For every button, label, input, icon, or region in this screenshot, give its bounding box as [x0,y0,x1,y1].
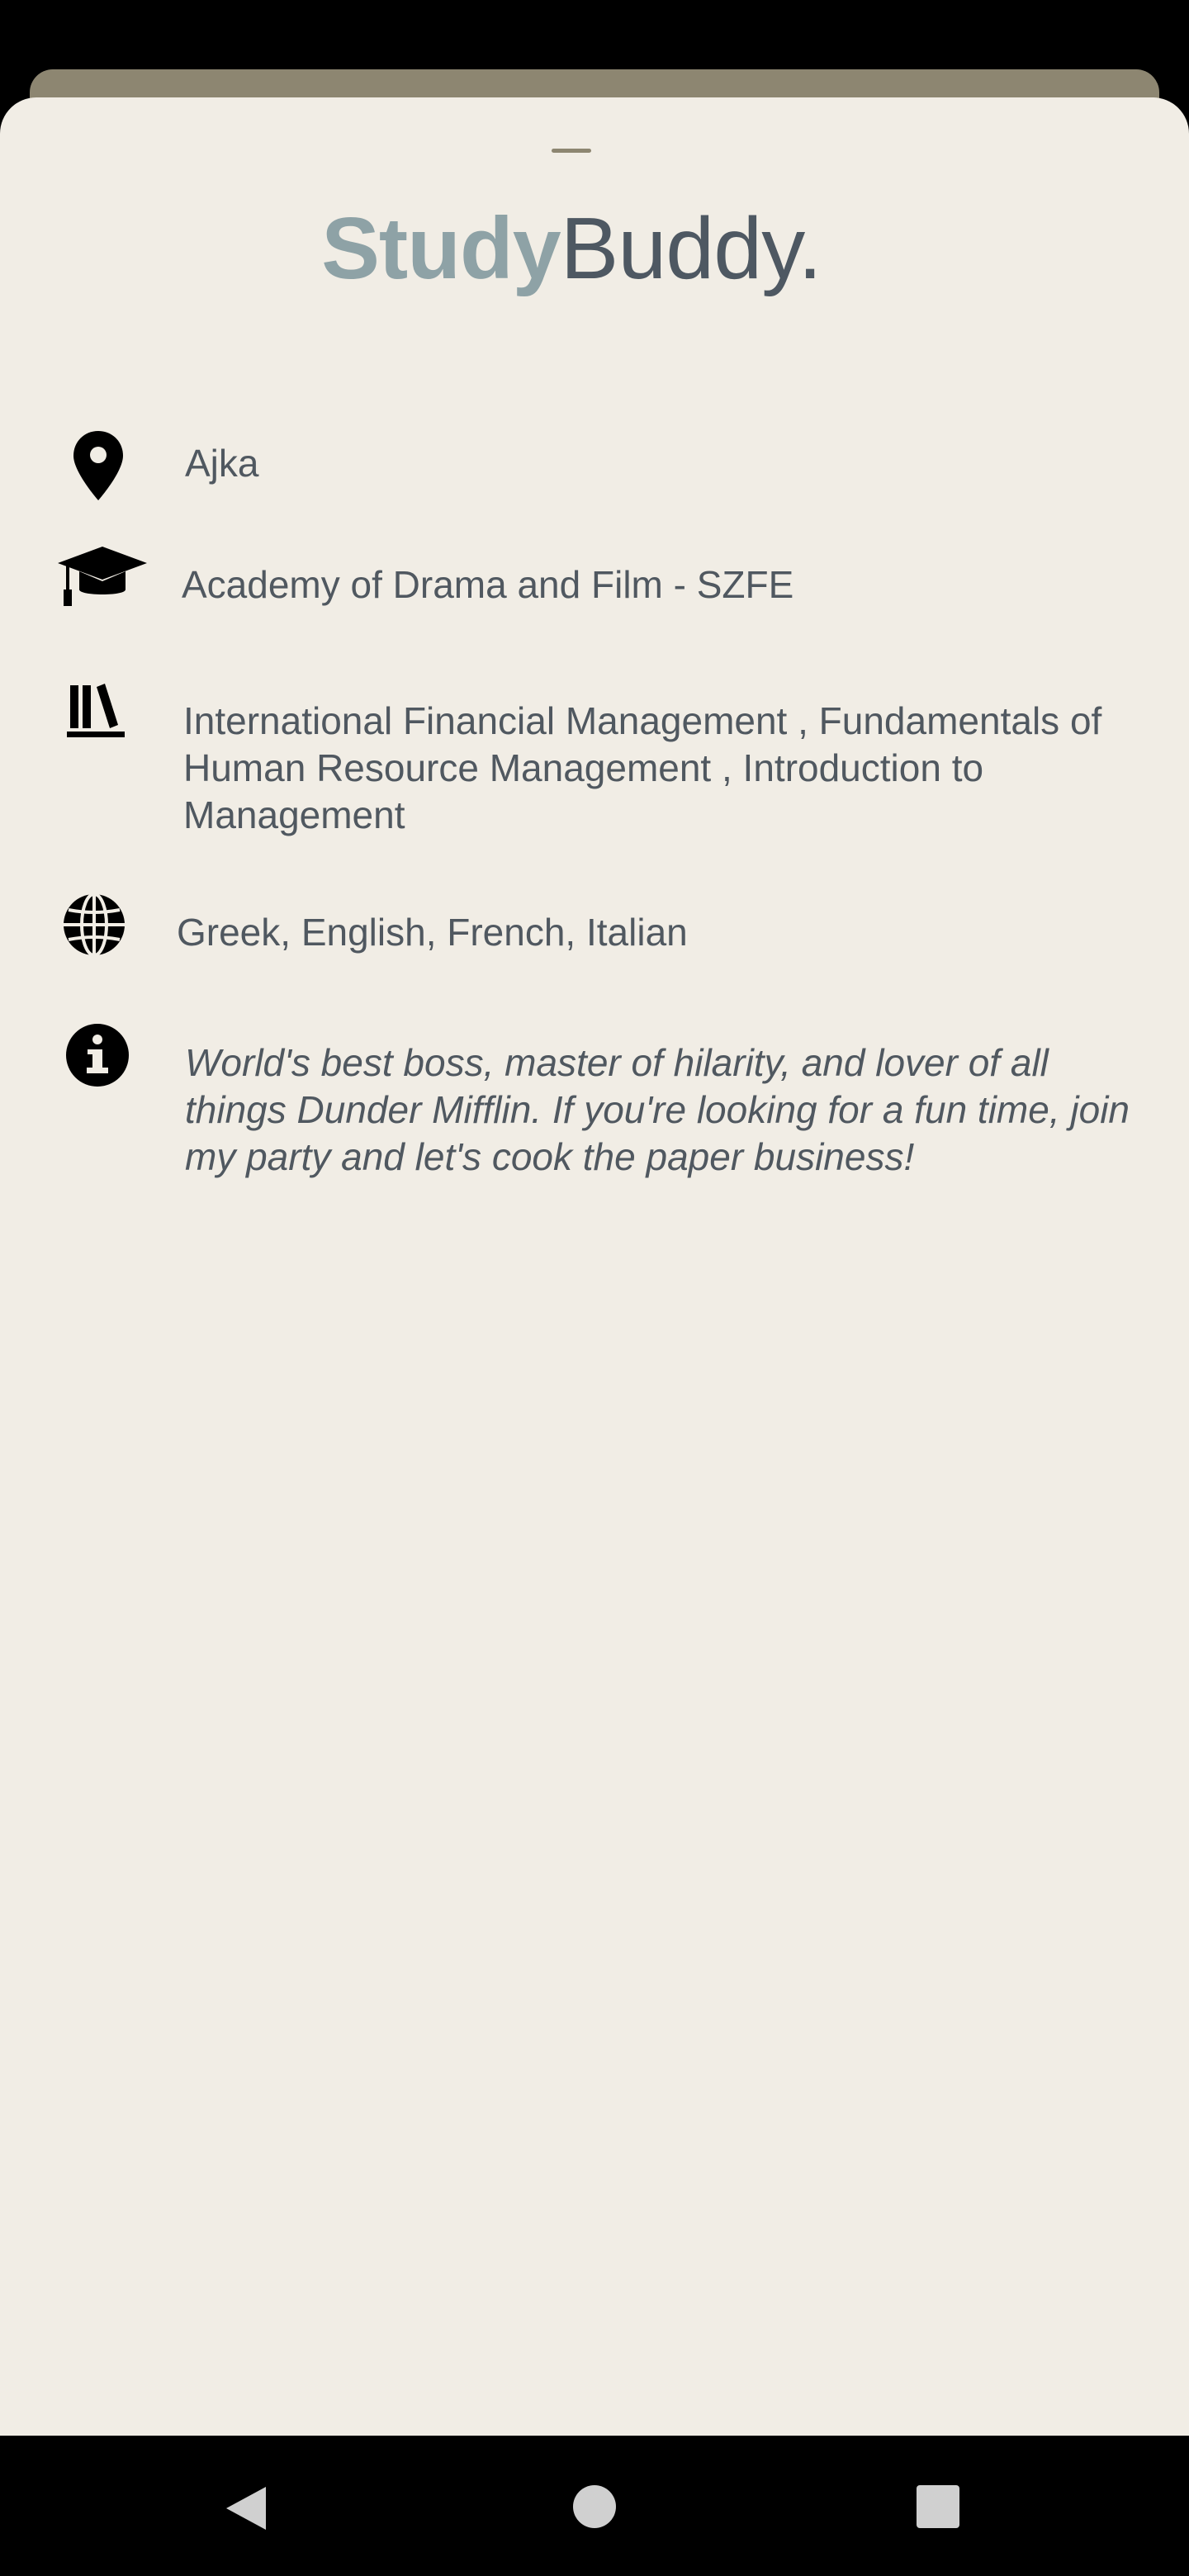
graduation-cap-icon [56,543,149,609]
map-pin-icon [66,429,130,502]
brand-buddy-text: Buddy. [560,200,822,297]
system-navigation-bar [0,2436,1189,2576]
bio-text: World's best boss, master of hilarity, a… [185,1041,1130,1178]
recents-square-icon[interactable] [908,2477,968,2536]
info-icon [64,1022,130,1088]
books-icon [64,679,127,741]
home-circle-icon[interactable] [565,2477,624,2536]
profile-bottom-sheet[interactable]: StudyBuddy. Ajka Academy of Drama and Fi… [0,97,1189,2436]
languages-text: Greek, English, French, Italian [177,911,688,954]
courses-text: International Financial Management , Fun… [183,699,1102,836]
drag-handle[interactable] [552,149,591,153]
globe-icon [59,890,129,959]
app-logo: StudyBuddy. [0,205,1143,292]
brand-study-text: Study [321,200,561,297]
status-bar [0,0,1189,69]
back-triangle-icon[interactable] [216,2479,276,2538]
location-text: Ajka [185,442,259,485]
university-text: Academy of Drama and Film - SZFE [182,563,794,606]
